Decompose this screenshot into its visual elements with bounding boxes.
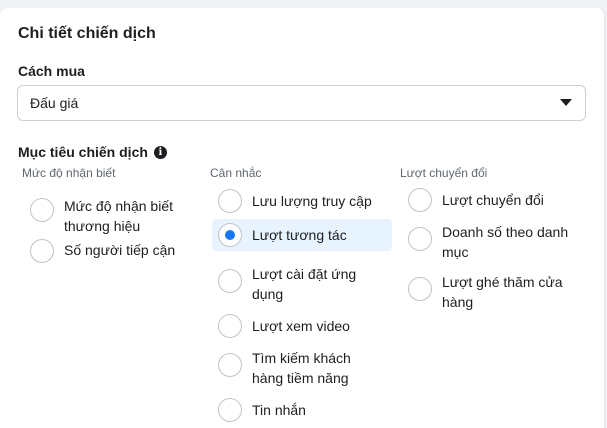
buying-type-label: Cách mua (18, 63, 85, 79)
column-consideration: Cân nhắc (210, 166, 395, 182)
option-label: Mức độ nhận biết thương hiệu (64, 198, 173, 234)
column-conversion: Lượt chuyển đổi (400, 166, 590, 182)
objective-option-engagement[interactable]: Lượt tương tác (212, 219, 392, 251)
radio-button[interactable] (218, 314, 242, 338)
option-label: Doanh số theo danh mục (442, 224, 569, 260)
option-label: Lượt ghé thăm cửa hàng (442, 274, 563, 310)
objective-option-reach[interactable]: Số người tiếp cận (30, 239, 200, 263)
option-label: Lượt cài đặt ứng dụng (252, 266, 357, 302)
objective-option-catalog-sales[interactable]: Doanh số theo danh mục (408, 222, 593, 262)
radio-button[interactable] (408, 188, 432, 212)
radio-button[interactable] (218, 398, 242, 422)
objective-option-video-views[interactable]: Lượt xem video (218, 314, 393, 338)
option-label: Lượt chuyển đổi (442, 192, 544, 208)
objective-option-store-visits[interactable]: Lượt ghé thăm cửa hàng (408, 272, 593, 312)
radio-button[interactable] (218, 189, 242, 213)
objective-option-lead-generation[interactable]: Tìm kiếm khách hàng tiềm năng (218, 348, 393, 388)
buying-type-value: Đấu giá (30, 95, 79, 111)
column-awareness: Mức độ nhận biết (22, 166, 202, 182)
column-header-awareness: Mức độ nhận biết (22, 166, 116, 180)
option-label: Tin nhắn (252, 402, 306, 418)
radio-button[interactable] (218, 353, 242, 377)
radio-button[interactable] (408, 227, 432, 251)
radio-button[interactable] (218, 269, 242, 293)
objective-option-messages[interactable]: Tin nhắn (218, 398, 393, 422)
option-label: Lượt tương tác (252, 227, 347, 243)
section-title: Chi tiết chiến dịch (18, 25, 156, 42)
option-label: Lượt xem video (252, 318, 350, 334)
radio-button[interactable] (408, 277, 432, 301)
option-label: Số người tiếp cận (64, 242, 176, 258)
objective-option-app-installs[interactable]: Lượt cài đặt ứng dụng (218, 264, 393, 304)
info-icon[interactable]: i (153, 145, 167, 159)
radio-button[interactable] (30, 239, 54, 263)
column-header-consideration: Cân nhắc (210, 166, 262, 180)
campaign-objective-label: Mục tiêu chiến dịch i (18, 144, 167, 160)
option-label: Lưu lượng truy cập (252, 193, 372, 209)
buying-type-select[interactable]: Đấu giá (17, 85, 586, 121)
campaign-objective-text: Mục tiêu chiến dịch (18, 144, 148, 160)
radio-button[interactable] (30, 198, 54, 222)
objective-option-brand-awareness[interactable]: Mức độ nhận biết thương hiệu (30, 196, 200, 236)
option-label: Tìm kiếm khách hàng tiềm năng (252, 350, 351, 386)
chevron-down-icon (560, 99, 572, 106)
radio-button-checked[interactable] (218, 223, 242, 247)
objective-option-traffic[interactable]: Lưu lượng truy cập (218, 188, 393, 214)
column-header-conversion: Lượt chuyển đổi (400, 166, 488, 180)
campaign-details-card: Chi tiết chiến dịch Cách mua Đấu giá Mục… (0, 8, 604, 428)
objective-option-conversions[interactable]: Lượt chuyển đổi (408, 188, 593, 212)
